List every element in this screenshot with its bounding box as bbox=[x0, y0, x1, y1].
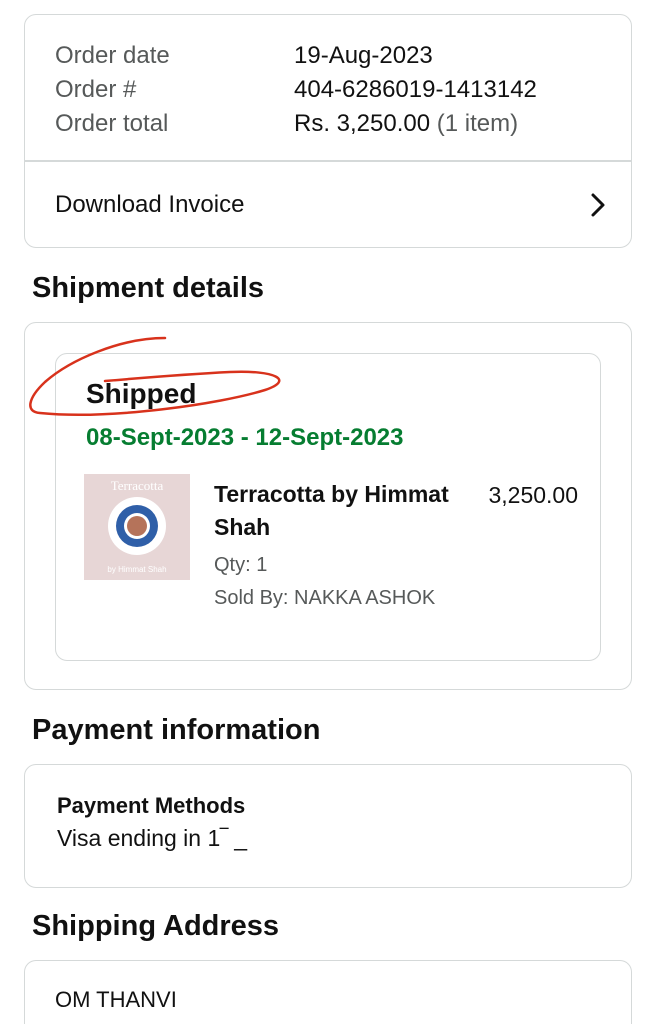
order-date-label: Order date bbox=[55, 42, 170, 69]
payment-information-heading: Payment information bbox=[32, 714, 321, 746]
book-cover-art-icon bbox=[108, 497, 166, 555]
product-quantity: Qty: 1 bbox=[214, 554, 268, 576]
order-summary-card: Order date 19-Aug-2023 Order # 404-62860… bbox=[24, 14, 632, 248]
payment-methods-label: Payment Methods bbox=[57, 793, 246, 818]
order-total-label: Order total bbox=[55, 110, 169, 137]
product-seller: Sold By: NAKKA ASHOK bbox=[214, 587, 436, 609]
product-thumbnail[interactable]: Terracotta by Himmat Shah bbox=[84, 474, 190, 580]
payment-method-value: Visa ending in 1‾ _ bbox=[57, 825, 248, 851]
shipping-address-card: OM THANVI bbox=[24, 960, 632, 1024]
order-details-page: Order date 19-Aug-2023 Order # 404-62860… bbox=[0, 0, 656, 1024]
thumbnail-author: by Himmat Shah bbox=[107, 565, 167, 574]
order-number-value: 404-6286019-1413142 bbox=[294, 76, 537, 103]
product-info: Terracotta by Himmat Shah Qty: 1 Sold By… bbox=[214, 478, 454, 610]
product-name-link[interactable]: Terracotta by Himmat Shah bbox=[214, 478, 454, 544]
shipment-status: Shipped bbox=[86, 378, 197, 409]
order-date-value: 19-Aug-2023 bbox=[294, 42, 433, 69]
order-number-row: Order # 404-6286019-1413142 bbox=[55, 73, 611, 107]
order-total-value: Rs. 3,250.00 (1 item) bbox=[294, 110, 518, 138]
product-price: 3,250.00 bbox=[488, 482, 578, 508]
order-summary-rows: Order date 19-Aug-2023 Order # 404-62860… bbox=[55, 39, 611, 141]
order-total-item-count: (1 item) bbox=[436, 110, 519, 137]
recipient-name: OM THANVI bbox=[55, 987, 177, 1012]
order-date-row: Order date 19-Aug-2023 bbox=[55, 39, 611, 73]
shipment-card: Shipped 08-Sept-2023 - 12-Sept-2023 Terr… bbox=[24, 322, 632, 690]
shipping-address-heading: Shipping Address bbox=[32, 910, 280, 942]
order-total-amount: Rs. 3,250.00 bbox=[294, 110, 431, 137]
delivery-window: 08-Sept-2023 - 12-Sept-2023 bbox=[86, 424, 404, 451]
download-invoice-label: Download Invoice bbox=[55, 190, 245, 218]
shipment-item-card[interactable]: Shipped 08-Sept-2023 - 12-Sept-2023 Terr… bbox=[55, 353, 601, 661]
order-number-label: Order # bbox=[55, 76, 137, 103]
thumbnail-title: Terracotta bbox=[110, 478, 164, 493]
shipment-details-heading: Shipment details bbox=[32, 272, 265, 304]
payment-card: Payment Methods Visa ending in 1‾ _ bbox=[24, 764, 632, 888]
download-invoice-button[interactable]: Download Invoice bbox=[25, 162, 631, 247]
chevron-right-icon bbox=[591, 193, 605, 216]
order-total-row: Order total Rs. 3,250.00 (1 item) bbox=[55, 107, 611, 141]
